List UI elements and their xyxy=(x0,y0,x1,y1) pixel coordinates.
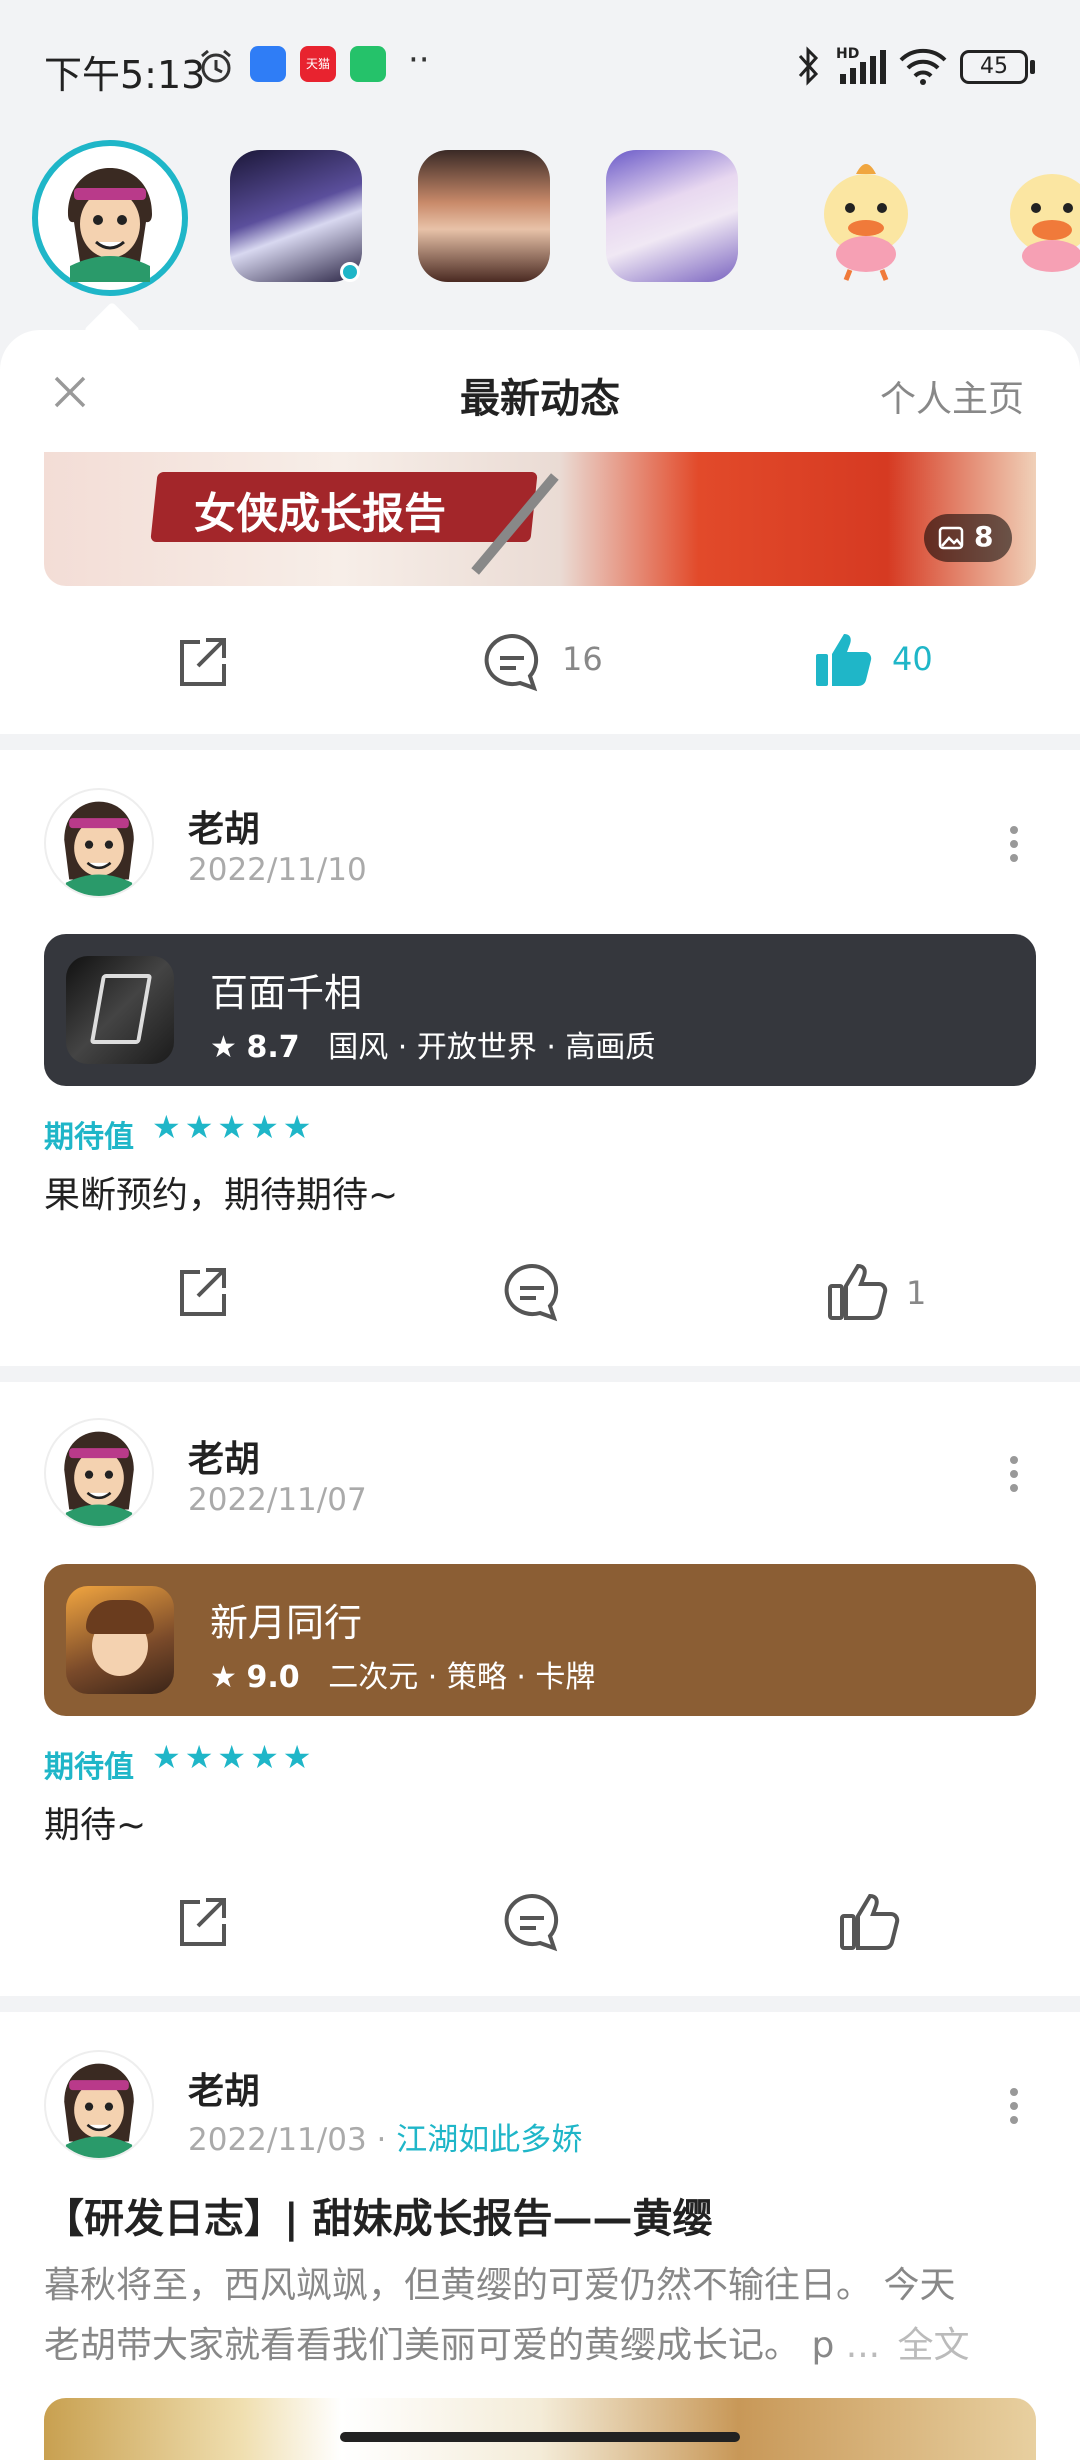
share-icon[interactable] xyxy=(170,1890,234,1954)
more-options-icon[interactable] xyxy=(1010,1456,1020,1496)
game-avatar-3[interactable] xyxy=(606,150,738,282)
game-icon xyxy=(66,1586,174,1694)
post-meta: 2022/11/03 · 江湖如此多娇 xyxy=(188,2114,582,2159)
battery-icon: 45 xyxy=(960,50,1028,84)
game-rating: 9.0 xyxy=(246,1660,300,1695)
followed-avatars-row xyxy=(0,135,1080,330)
post-body-line: 暮秋将至，西风飒飒，但黄缨的可爱仍然不输往日。 今天 xyxy=(44,2265,956,2306)
post-date: 2022/11/07 xyxy=(188,1482,367,1518)
expect-label: 期待值 xyxy=(44,1120,134,1155)
alarm-icon xyxy=(201,49,231,83)
game-icon xyxy=(66,956,174,1064)
new-update-dot xyxy=(340,262,360,282)
game-tags: 二次元 · 策略 · 卡牌 xyxy=(328,1660,596,1695)
star-icon: ★ xyxy=(210,1030,237,1065)
post-text: 果断预约，期待期待~ xyxy=(44,1175,399,1216)
share-icon[interactable] xyxy=(170,630,234,694)
post-cover-image[interactable] xyxy=(44,2398,1036,2460)
game-avatar-1[interactable] xyxy=(230,150,362,282)
banner-title: 女侠成长报告 xyxy=(194,489,447,538)
game-title: 新月同行 xyxy=(210,1601,363,1645)
author-avatar[interactable] xyxy=(44,788,154,898)
author-name[interactable]: 老胡 xyxy=(188,800,260,852)
game-meta: ★ 8.7 国风 · 开放世界 · 高画质 xyxy=(210,1022,655,1066)
game-avatar-2[interactable] xyxy=(418,150,550,282)
post-banner-image[interactable]: 女侠成长报告 8 xyxy=(44,452,1036,586)
full-text-link[interactable]: 全文 xyxy=(898,2325,970,2366)
profile-link[interactable]: 个人主页 xyxy=(880,370,1024,422)
share-icon[interactable] xyxy=(170,1260,234,1324)
battery-tip xyxy=(1030,60,1035,74)
post-separator xyxy=(0,1366,1080,1382)
image-count: 8 xyxy=(974,520,994,553)
rating-stars: ★★★★★ xyxy=(152,1738,316,1776)
duck-mascot-icon xyxy=(824,164,908,281)
stack-app-icon xyxy=(250,46,286,82)
game-tags: 国风 · 开放世界 · 高画质 xyxy=(328,1030,656,1065)
rating-stars: ★★★★★ xyxy=(152,1108,316,1146)
ellipsis: ... xyxy=(845,2325,881,2366)
author-name[interactable]: 老胡 xyxy=(188,2062,260,2114)
status-time: 下午5:13 xyxy=(44,53,206,97)
post-title[interactable]: 【研发日志】| 甜妹成长报告——黄缨 xyxy=(44,2186,713,2244)
like-filled-icon[interactable] xyxy=(812,628,876,692)
comment-icon[interactable] xyxy=(500,1260,564,1324)
star-icon: ★ xyxy=(210,1660,237,1695)
post-date: 2022/11/10 xyxy=(188,852,367,888)
game-card[interactable]: 新月同行 ★ 9.0 二次元 · 策略 · 卡牌 xyxy=(44,1564,1036,1716)
panel-header: 最新动态 个人主页 xyxy=(0,330,1080,455)
game-title: 百面千相 xyxy=(210,971,363,1015)
game-avatar-5[interactable] xyxy=(986,150,1080,282)
author-name[interactable]: 老胡 xyxy=(188,1430,260,1482)
game-card[interactable]: 百面千相 ★ 8.7 国风 · 开放世界 · 高画质 xyxy=(44,934,1036,1086)
comment-icon[interactable] xyxy=(500,1890,564,1954)
post-separator xyxy=(0,1996,1080,2012)
post-date: 2022/11/03 xyxy=(188,2122,367,2158)
post-separator xyxy=(0,734,1080,750)
user-avatar-selected[interactable] xyxy=(32,140,188,296)
more-options-icon[interactable] xyxy=(1010,826,1020,866)
like-icon[interactable] xyxy=(826,1260,890,1324)
like-icon[interactable] xyxy=(838,1890,902,1954)
post-text: 期待~ xyxy=(44,1805,147,1846)
comment-icon[interactable] xyxy=(480,630,544,694)
like-count: 1 xyxy=(906,1274,927,1312)
game-meta: ★ 9.0 二次元 · 策略 · 卡牌 xyxy=(210,1652,595,1696)
more-notifications-icon: ·· xyxy=(408,40,430,80)
post-body-line: 老胡带大家就看看我们美丽可爱的黄缨成长记。 p ... 全文 xyxy=(44,2316,970,2368)
game-avatar-4[interactable] xyxy=(800,150,932,282)
author-avatar[interactable] xyxy=(44,1418,154,1528)
game-rating: 8.7 xyxy=(246,1030,300,1065)
cartoon-face-icon xyxy=(48,156,172,282)
cartoon-face-icon xyxy=(64,2063,134,2158)
cartoon-face-icon xyxy=(64,801,134,896)
expect-label: 期待值 xyxy=(44,1750,134,1785)
battery-level: 45 xyxy=(980,54,1008,79)
forum-link[interactable]: 江湖如此多娇 xyxy=(396,2122,582,2158)
wifi-icon xyxy=(899,48,947,85)
signal-icon xyxy=(840,50,886,84)
meta-separator: · xyxy=(376,2122,387,2158)
post-body-text: 老胡带大家就看看我们美丽可爱的黄缨成长记。 p xyxy=(44,2325,835,2366)
author-avatar[interactable] xyxy=(44,2050,154,2160)
comment-count: 16 xyxy=(562,640,603,678)
battery-app-icon xyxy=(350,46,386,82)
like-count: 40 xyxy=(892,640,933,678)
cartoon-face-icon xyxy=(64,1431,134,1526)
more-options-icon[interactable] xyxy=(1010,2088,1020,2128)
image-count-badge: 8 xyxy=(924,514,1012,562)
feed-panel: 最新动态 个人主页 女侠成长报告 8 16 40 老胡 2022/11/10 百… xyxy=(0,330,1080,2460)
tmall-app-icon: 天猫 xyxy=(300,46,336,82)
home-indicator[interactable] xyxy=(340,2432,740,2442)
status-bar: 下午5:13 天猫 ·· HD 45 xyxy=(0,0,1080,135)
bluetooth-icon xyxy=(798,46,819,86)
tmall-badge-text: 天猫 xyxy=(305,57,330,71)
duck-mascot-icon xyxy=(1010,174,1080,272)
gallery-icon xyxy=(938,526,964,550)
